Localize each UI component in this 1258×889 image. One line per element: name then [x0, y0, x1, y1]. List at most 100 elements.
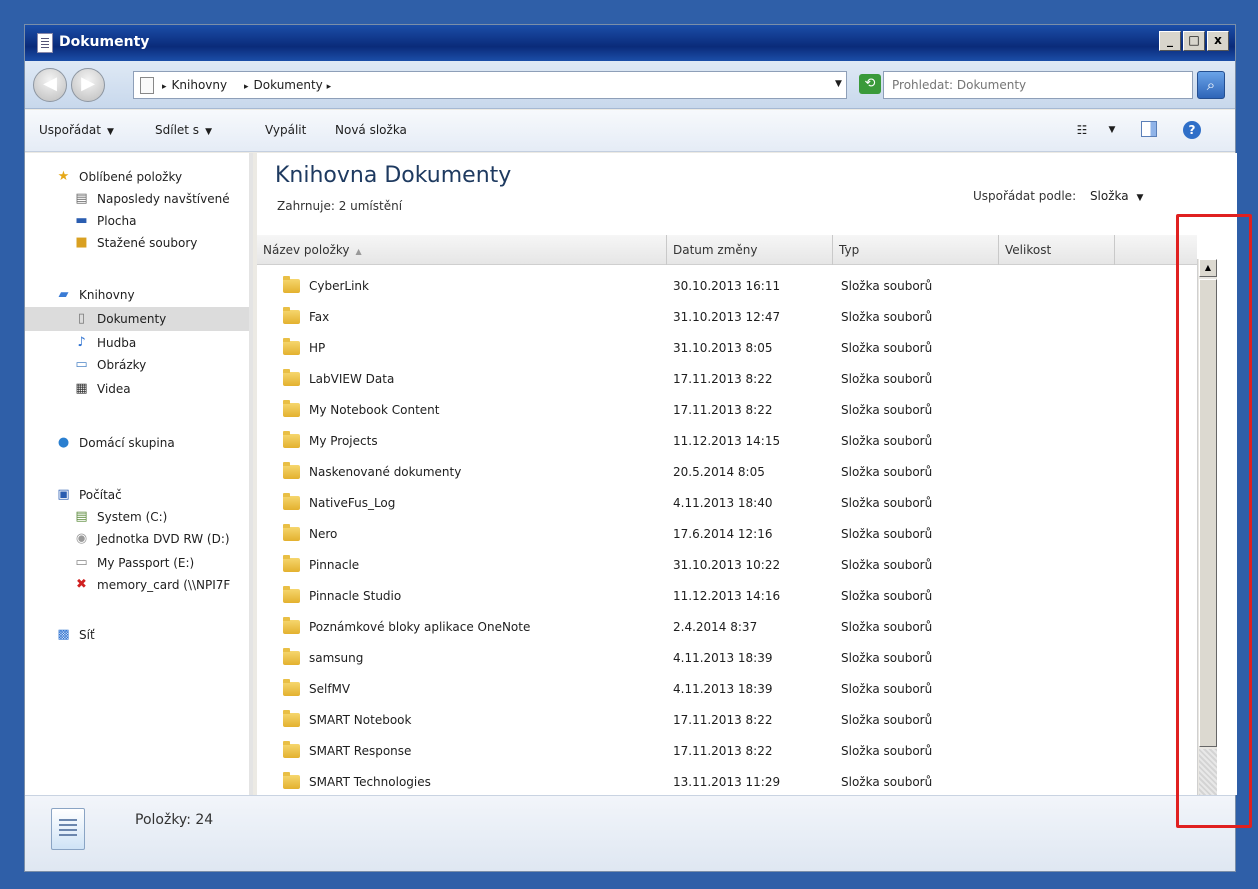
nav-item-music[interactable]: ♪ Hudba [25, 331, 249, 355]
table-row[interactable]: HP 31.10.2013 8:05 Složka souborů [257, 333, 1197, 364]
minimize-button[interactable]: _ [1159, 31, 1181, 51]
organize-button[interactable]: Uspořádat ▼ [39, 123, 114, 137]
breadcrumb[interactable]: ▸ Knihovny ▸ Dokumenty ▸ [133, 71, 847, 99]
file-date: 31.10.2013 10:22 [673, 558, 781, 572]
file-name: SMART Response [309, 744, 412, 758]
external-drive-icon: ▭ [75, 555, 88, 570]
nav-item-libraries[interactable]: ▰ Knihovny [25, 283, 249, 307]
nav-item-computer[interactable]: ▣ Počítač [25, 483, 249, 507]
arrange-by: Uspořádat podle: Složka ▼ [973, 189, 1144, 203]
address-bar: ◀ ▶ ▸Knihovny ▸Dokumenty ▸ ▼ ⟲ ⌕ [25, 61, 1235, 109]
table-row[interactable]: Fax 31.10.2013 12:47 Složka souborů [257, 302, 1197, 333]
chevron-down-icon: ▼ [106, 127, 114, 137]
file-type: Složka souborů [841, 713, 933, 727]
folder-icon [283, 617, 300, 634]
nav-item-homegroup[interactable]: ● Domácí skupina [25, 431, 249, 455]
nav-item-documents[interactable]: ▯ Dokumenty [25, 307, 249, 331]
table-row[interactable]: CyberLink 30.10.2013 16:11 Složka souborů [257, 271, 1197, 302]
breadcrumb-libraries[interactable]: ▸ Knihovny [162, 78, 227, 92]
view-dropdown-button[interactable]: ▼ [1103, 121, 1121, 139]
table-row[interactable]: SMART Response 17.11.2013 8:22 Složka soub… [257, 736, 1197, 767]
table-row[interactable]: samsung 4.11.2013 18:39 Složka souborů [257, 643, 1197, 674]
forward-button[interactable]: ▶ [71, 68, 105, 102]
title-bar[interactable]: Dokumenty _ □ x [25, 25, 1235, 61]
details-pane: Položky: 24 [25, 795, 1235, 871]
nav-item-pictures[interactable]: ▭ Obrázky [25, 353, 249, 377]
column-header-size[interactable]: Velikost [999, 235, 1115, 265]
burn-button[interactable]: Vypálit [265, 123, 306, 137]
help-icon[interactable]: ? [1183, 121, 1201, 139]
table-row[interactable]: My Notebook Content 17.11.2013 8:22 Složka… [257, 395, 1197, 426]
music-note-icon: ♪ [77, 335, 86, 350]
search-button[interactable]: ⌕ [1197, 71, 1225, 99]
search-input[interactable] [883, 71, 1193, 99]
highlight-box [1176, 214, 1252, 828]
file-type: Složka souborů [841, 589, 933, 603]
nav-item-downloads[interactable]: ■ Stažené soubory [25, 231, 249, 255]
file-name: CyberLink [309, 279, 369, 293]
nav-item-memory-card[interactable]: ✖ memory_card (\\NPI7F [25, 573, 249, 597]
table-row[interactable]: Nero 17.6.2014 12:16 Složka souborů [257, 519, 1197, 550]
folder-icon [283, 524, 300, 541]
file-name: My Notebook Content [309, 403, 440, 417]
back-button[interactable]: ◀ [33, 68, 67, 102]
file-date: 20.5.2014 8:05 [673, 465, 765, 479]
disconnected-network-drive-icon: ✖ [76, 577, 87, 592]
file-name: HP [309, 341, 326, 355]
downloads-folder-icon: ■ [75, 235, 88, 250]
table-row[interactable]: My Projects 11.12.2013 14:15 Složka soubor… [257, 426, 1197, 457]
refresh-button[interactable]: ⟲ [859, 74, 881, 94]
file-date: 11.12.2013 14:15 [673, 434, 781, 448]
nav-item-drive-c[interactable]: ▤ System (C:) [25, 505, 249, 529]
file-date: 4.11.2013 18:39 [673, 651, 773, 665]
column-header-type[interactable]: Typ [833, 235, 999, 265]
file-date: 11.12.2013 14:16 [673, 589, 781, 603]
computer-icon: ▣ [57, 487, 70, 502]
nav-item-desktop[interactable]: ▬ Plocha [25, 209, 249, 233]
file-name: SelfMV [309, 682, 351, 696]
share-button[interactable]: Sdílet s ▼ [155, 123, 212, 137]
history-dropdown-button[interactable]: ▼ [835, 74, 853, 94]
nav-item-favorites[interactable]: ★ Oblíbené položky [25, 165, 249, 189]
nav-item-drive-d[interactable]: ◉ Jednotka DVD RW (D:) [25, 527, 249, 551]
nav-item-drive-e[interactable]: ▭ My Passport (E:) [25, 551, 249, 575]
table-row[interactable]: LabVIEW Data 17.11.2013 8:22 Složka soubor… [257, 364, 1197, 395]
table-row[interactable]: Pinnacle 31.10.2013 10:22 Složka souborů [257, 550, 1197, 581]
file-date: 13.11.2013 11:29 [673, 775, 781, 789]
nav-item-recent[interactable]: ▤ Naposledy navštívené [25, 187, 249, 211]
chevron-right-icon: ▸ [162, 82, 167, 92]
new-folder-button[interactable]: Nová složka [335, 123, 407, 137]
arrange-by-dropdown[interactable]: Složka ▼ [1090, 189, 1143, 203]
table-row[interactable]: SelfMV 4.11.2013 18:39 Složka souborů [257, 674, 1197, 705]
search-icon: ⌕ [1206, 76, 1216, 94]
close-button[interactable]: x [1207, 31, 1229, 51]
table-row[interactable]: Pinnacle Studio 11.12.2013 14:16 Složka so… [257, 581, 1197, 612]
file-type: Složka souborů [841, 341, 933, 355]
file-name: samsung [309, 651, 364, 665]
folder-icon [283, 307, 300, 324]
table-row[interactable]: SMART Notebook 17.11.2013 8:22 Složka soub… [257, 705, 1197, 736]
navigation-pane: ★ Oblíbené položky ▤ Naposledy navštíven… [25, 153, 253, 795]
file-date: 17.11.2013 8:22 [673, 372, 773, 386]
maximize-button[interactable]: □ [1183, 31, 1205, 51]
folder-icon [283, 741, 300, 758]
breadcrumb-documents[interactable]: ▸ Dokumenty ▸ [244, 78, 336, 92]
table-row[interactable]: NativeFus_Log 4.11.2013 18:40 Složka soubo… [257, 488, 1197, 519]
library-locations-link[interactable]: Zahrnuje: 2 umístění [277, 199, 402, 213]
document-icon: ▯ [77, 311, 86, 326]
table-row[interactable]: Naskenované dokumenty 20.5.2014 8:05 Složk… [257, 457, 1197, 488]
nav-item-network[interactable]: ▩ Síť [25, 623, 249, 647]
column-header-date[interactable]: Datum změny [667, 235, 833, 265]
document-icon [37, 33, 53, 53]
table-row[interactable]: SMART Technologies 13.11.2013 11:29 Složka… [257, 767, 1197, 795]
library-icon [140, 77, 154, 94]
column-header-name[interactable]: Název položky ▲ [257, 235, 667, 265]
nav-item-videos[interactable]: ▦ Videa [25, 377, 249, 401]
view-list-icon[interactable]: ☷ [1073, 121, 1091, 139]
preview-pane-icon[interactable] [1141, 121, 1157, 137]
star-icon: ★ [57, 169, 70, 184]
file-date: 4.11.2013 18:39 [673, 682, 773, 696]
recent-places-icon: ▤ [75, 191, 88, 206]
file-type: Složka souborů [841, 744, 933, 758]
table-row[interactable]: Poznámkové bloky aplikace OneNote 2.4.201… [257, 612, 1197, 643]
